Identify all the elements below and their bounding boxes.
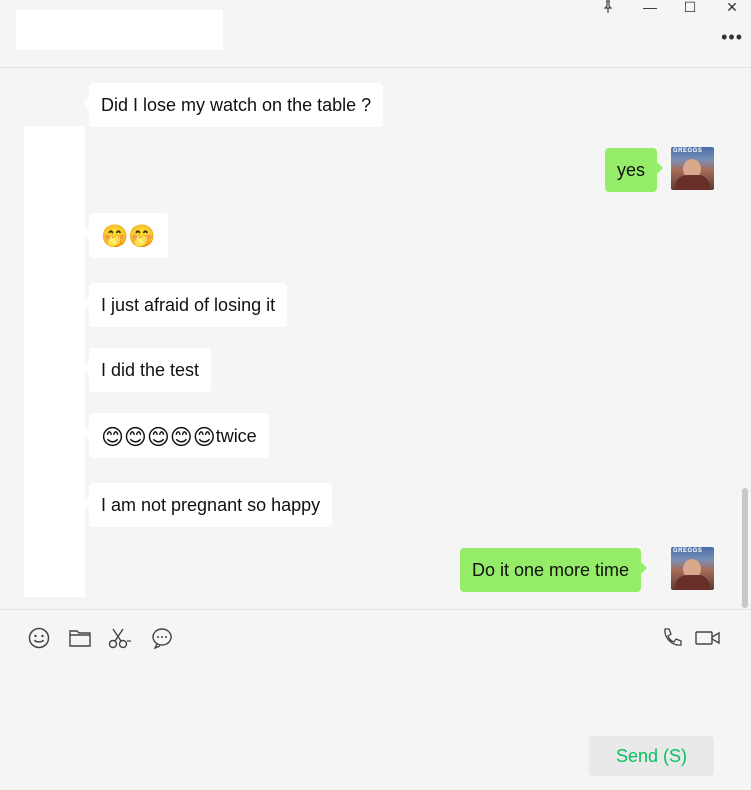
chat-area[interactable]: Did I lose my watch on the table ? yes G… bbox=[0, 68, 751, 608]
emoji-smiling-face-icon: 😊😊😊😊😊 bbox=[101, 424, 216, 450]
message-text: Did I lose my watch on the table ? bbox=[101, 95, 372, 115]
close-icon[interactable]: ✕ bbox=[721, 0, 743, 14]
message-text: twice bbox=[215, 426, 257, 446]
title-bar: — ☐ ✕ ••• bbox=[0, 0, 751, 68]
video-call-icon[interactable] bbox=[695, 626, 721, 650]
message-text: I am not pregnant so happy bbox=[101, 495, 321, 515]
message-bubble[interactable]: I just afraid of losing it bbox=[82, 283, 288, 327]
phone-icon[interactable] bbox=[660, 626, 684, 650]
minimize-icon[interactable]: — bbox=[639, 0, 661, 14]
message-bubble[interactable]: Did I lose my watch on the table ? bbox=[82, 83, 384, 127]
message-bubble[interactable]: yes bbox=[605, 148, 664, 192]
message-bubble[interactable]: 😊😊😊😊😊twice bbox=[83, 413, 269, 459]
message-text: I just afraid of losing it bbox=[101, 295, 276, 315]
chat-bubble-icon[interactable] bbox=[150, 626, 174, 650]
pin-icon[interactable] bbox=[597, 0, 619, 16]
message-text: yes bbox=[617, 160, 646, 180]
folder-icon[interactable] bbox=[68, 626, 92, 650]
scissors-icon[interactable] bbox=[108, 626, 132, 650]
my-avatar[interactable]: GREGGS bbox=[671, 147, 714, 190]
emoji-icon[interactable] bbox=[27, 626, 51, 650]
avatar-body bbox=[675, 575, 710, 590]
message-bubble[interactable]: 🤭🤭 bbox=[83, 213, 168, 259]
message-bubble[interactable]: I did the test bbox=[82, 348, 212, 392]
avatar-body bbox=[675, 175, 710, 190]
avatar-label: GREGGS bbox=[673, 148, 703, 154]
message-text: I did the test bbox=[101, 360, 200, 380]
my-avatar[interactable]: GREGGS bbox=[671, 547, 714, 590]
chat-title bbox=[16, 10, 223, 50]
message-bubble[interactable]: Do it one more time bbox=[460, 548, 648, 592]
send-button[interactable]: Send (S) bbox=[589, 736, 714, 776]
contact-avatar-redacted bbox=[24, 126, 85, 597]
more-options-icon[interactable]: ••• bbox=[721, 28, 743, 46]
avatar-label: GREGGS bbox=[673, 548, 703, 554]
message-text: Do it one more time bbox=[472, 560, 630, 580]
input-panel: Send (S) bbox=[0, 609, 751, 790]
message-bubble[interactable]: I am not pregnant so happy bbox=[82, 483, 333, 527]
maximize-icon[interactable]: ☐ bbox=[679, 0, 701, 14]
emoji-hand-over-mouth-icon: 🤭🤭 bbox=[101, 223, 156, 249]
chat-scrollbar[interactable] bbox=[742, 488, 748, 608]
